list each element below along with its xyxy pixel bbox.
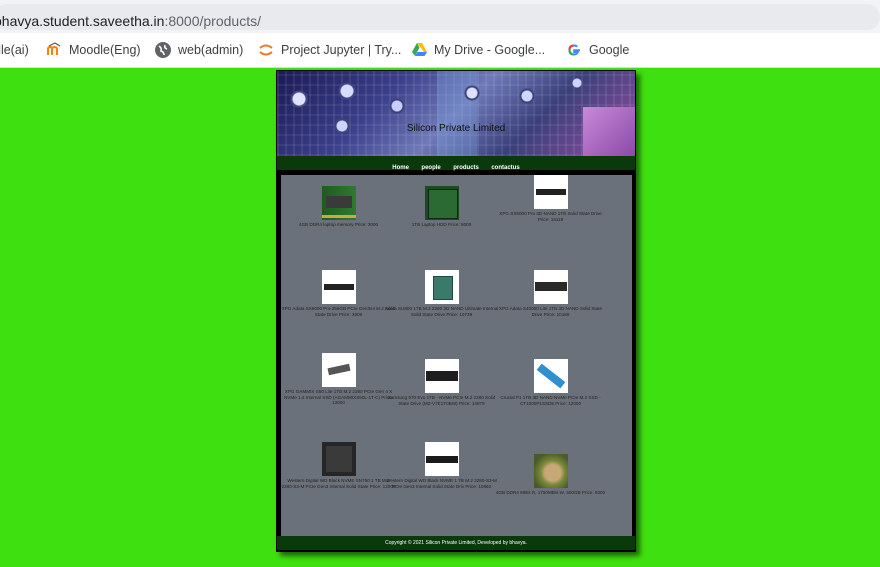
bookmark-label: Project Jupyter | Try... bbox=[281, 43, 402, 57]
bookmark-moodle-eng[interactable]: Moodle(Eng) bbox=[46, 41, 141, 59]
product-card[interactable]: Crucial P1 1TB 3D NAND NVMe PCIe M.2 SSD… bbox=[493, 359, 608, 406]
bookmark-label: My Drive - Google... bbox=[434, 43, 546, 57]
url-field[interactable]: bhavya.student.saveetha.in:8000/products… bbox=[0, 4, 880, 30]
product-card[interactable]: 4GB DDR4 laptop memory Price: 3000 bbox=[281, 186, 396, 228]
product-image-ssd[interactable] bbox=[321, 270, 356, 304]
product-image-ssd-green[interactable] bbox=[424, 270, 459, 304]
nav-bar: Home people products contactus bbox=[277, 156, 635, 171]
page-container: Silicon Private Limited Home people prod… bbox=[276, 70, 636, 552]
bookmark-label: Moodle(Eng) bbox=[69, 43, 141, 57]
bookmark-dle-ai[interactable]: dle(ai) bbox=[0, 41, 29, 59]
product-caption: Western Digital WD Black NVME 1 TB M.2 2… bbox=[386, 478, 497, 489]
url-host: bhavya.student.saveetha.in bbox=[0, 13, 165, 29]
product-image-ssd[interactable] bbox=[321, 353, 356, 387]
product-image-ram[interactable] bbox=[321, 186, 356, 220]
nav-link-people[interactable]: people bbox=[421, 165, 440, 171]
bookmark-label: dle(ai) bbox=[0, 43, 29, 57]
bookmark-project-jupyter[interactable]: Project Jupyter | Try... bbox=[258, 41, 401, 59]
url-text[interactable]: bhavya.student.saveetha.in:8000/products… bbox=[0, 13, 261, 29]
product-card[interactable]: Adata SU800 1TB M.2 2280 3D NAND Ultimat… bbox=[384, 270, 499, 317]
product-image-ssd-dark[interactable] bbox=[321, 442, 356, 476]
product-card[interactable]: XPG Adata S40000 Lite 1TB 3D NAND Solid … bbox=[493, 270, 608, 317]
product-caption: Western Digital WD Black NVME SN750 1 TB… bbox=[281, 478, 396, 489]
product-card[interactable]: Samsung 970 Evo 1TB - NVMe PCIe M.2 2280… bbox=[384, 359, 499, 406]
product-image-ssd[interactable] bbox=[533, 270, 568, 304]
bookmarks-bar: dle(ai) Moodle(Eng) web(admin) Project J… bbox=[0, 33, 880, 68]
product-caption: XPG GAMMIX S50 Lite 1TB M.2 2280 PCIe Ge… bbox=[283, 389, 393, 405]
product-caption: XPG SX6000 Pro 3D NAND 1TB Solid State D… bbox=[499, 211, 602, 222]
product-caption: 1TB Laptop HDD Price: 5000 bbox=[411, 222, 472, 227]
google-drive-icon bbox=[411, 42, 427, 58]
bookmark-my-drive[interactable]: My Drive - Google... bbox=[411, 41, 545, 59]
product-image-ssd[interactable] bbox=[533, 175, 568, 209]
product-card[interactable]: XPG SX6000 Pro 3D NAND 1TB Solid State D… bbox=[493, 175, 608, 222]
product-caption: 4GB DDR4 MB/s R, 1750MB/s W, 500GB Price… bbox=[495, 490, 606, 495]
product-card[interactable]: XPG GAMMIX S50 Lite 1TB M.2 2280 PCIe Ge… bbox=[281, 353, 396, 406]
products-grid: 4GB DDR4 laptop memory Price: 3000 1TB L… bbox=[279, 173, 634, 538]
nav-link-contactus[interactable]: contactus bbox=[491, 165, 519, 171]
product-image-ssd[interactable] bbox=[424, 442, 459, 476]
site-title: Silicon Private Limited bbox=[406, 123, 506, 134]
product-card[interactable]: Western Digital WD Black NVME 1 TB M.2 2… bbox=[384, 442, 499, 489]
google-icon bbox=[566, 42, 582, 58]
product-caption: XPG Adata SX6000 Pro 256GB PCIe Gen3x4 M… bbox=[281, 306, 396, 317]
bookmark-web-admin[interactable]: web(admin) bbox=[155, 41, 243, 59]
product-image-ssd-blue[interactable] bbox=[533, 359, 568, 393]
product-caption: Adata SU800 1TB M.2 2280 3D NAND Ultimat… bbox=[384, 306, 499, 317]
product-image-hdd[interactable] bbox=[424, 186, 459, 220]
product-card[interactable]: XPG Adata SX6000 Pro 256GB PCIe Gen3x4 M… bbox=[281, 270, 396, 317]
address-bar: bhavya.student.saveetha.in:8000/products… bbox=[0, 0, 880, 33]
product-card[interactable]: Western Digital WD Black NVME SN750 1 TB… bbox=[281, 442, 396, 489]
product-caption: 4GB DDR4 laptop memory Price: 3000 bbox=[298, 222, 379, 227]
header-banner: Silicon Private Limited bbox=[277, 71, 635, 156]
site-footer: Copyright © 2021 Silicon Private Limited… bbox=[277, 536, 635, 550]
product-image-photo[interactable] bbox=[533, 454, 568, 488]
url-path: :8000/products/ bbox=[164, 13, 261, 29]
product-caption: XPG Adata S40000 Lite 1TB 3D NAND Solid … bbox=[498, 306, 603, 317]
bookmark-google[interactable]: Google bbox=[566, 41, 629, 59]
moodle-icon bbox=[46, 42, 62, 58]
product-image-ssd[interactable] bbox=[424, 359, 459, 393]
product-card[interactable]: 1TB Laptop HDD Price: 5000 bbox=[384, 186, 499, 228]
product-card[interactable]: 4GB DDR4 MB/s R, 1750MB/s W, 500GB Price… bbox=[493, 454, 608, 496]
nav-link-products[interactable]: products bbox=[453, 165, 479, 171]
product-caption: Samsung 970 Evo 1TB - NVMe PCIe M.2 2280… bbox=[387, 395, 496, 406]
bookmark-label: Google bbox=[589, 43, 630, 57]
globe-icon bbox=[155, 42, 171, 58]
bookmark-label: web(admin) bbox=[178, 43, 244, 57]
jupyter-icon bbox=[258, 42, 274, 58]
nav-link-home[interactable]: Home bbox=[392, 165, 409, 171]
product-caption: Crucial P1 1TB 3D NAND NVMe PCIe M.2 SSD… bbox=[500, 395, 601, 406]
